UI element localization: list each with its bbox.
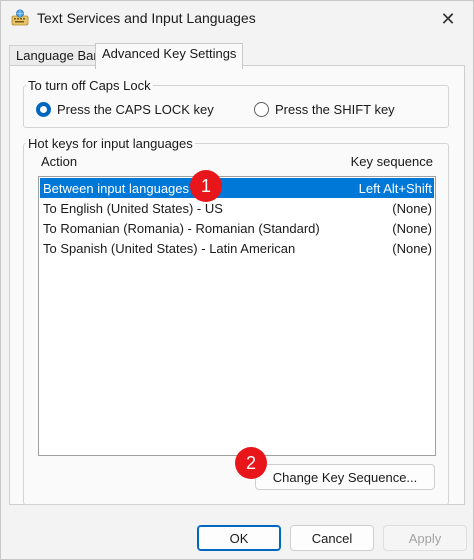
radio-shift-key[interactable]: Press the SHIFT key xyxy=(254,102,395,117)
row-action: To Romanian (Romania) - Romanian (Standa… xyxy=(43,220,320,236)
radio-caps-lock-key[interactable]: Press the CAPS LOCK key xyxy=(36,102,214,117)
list-item[interactable]: To English (United States) - US (None) xyxy=(40,198,434,218)
dialog-window: Text Services and Input Languages ✕ Lang… xyxy=(0,0,474,560)
keyboard-globe-icon xyxy=(11,9,29,26)
step-badge-1: 1 xyxy=(190,170,222,202)
caps-lock-legend: To turn off Caps Lock xyxy=(28,78,151,93)
tab-language-bar[interactable]: Language Bar xyxy=(9,45,105,67)
list-item[interactable]: Between input languages Left Alt+Shift xyxy=(40,178,434,198)
list-header: Action Key sequence xyxy=(33,154,437,174)
row-key: (None) xyxy=(392,200,432,216)
close-button[interactable]: ✕ xyxy=(433,4,463,34)
apply-button[interactable]: Apply xyxy=(383,525,467,551)
cancel-button[interactable]: Cancel xyxy=(290,525,374,551)
row-action: Between input languages xyxy=(43,180,190,196)
radio-unchecked-icon xyxy=(254,102,269,117)
radio-checked-icon xyxy=(36,102,51,117)
list-item[interactable]: To Romanian (Romania) - Romanian (Standa… xyxy=(40,218,434,238)
row-action: To Spanish (United States) - Latin Ameri… xyxy=(43,240,296,256)
close-icon: ✕ xyxy=(440,8,456,29)
change-key-sequence-button[interactable]: Change Key Sequence... xyxy=(255,464,435,490)
row-key: (None) xyxy=(392,240,432,256)
column-key-sequence: Key sequence xyxy=(350,154,433,169)
row-key: Left Alt+Shift xyxy=(358,180,432,196)
hotkeys-legend: Hot keys for input languages xyxy=(28,136,193,151)
column-action: Action xyxy=(41,154,78,169)
radio-label: Press the CAPS LOCK key xyxy=(57,102,214,117)
caps-lock-group: To turn off Caps Lock Press the CAPS LOC… xyxy=(23,78,449,128)
title-bar[interactable]: Text Services and Input Languages ✕ xyxy=(1,1,473,37)
ok-button[interactable]: OK xyxy=(197,525,281,551)
step-badge-2: 2 xyxy=(235,447,267,479)
list-item[interactable]: To Spanish (United States) - Latin Ameri… xyxy=(40,238,434,258)
dialog-footer: OK Cancel Apply xyxy=(1,511,473,559)
hotkeys-list[interactable]: Between input languages Left Alt+Shift T… xyxy=(38,176,436,456)
tab-advanced-key-settings[interactable]: Advanced Key Settings xyxy=(95,43,244,69)
window-title: Text Services and Input Languages xyxy=(37,10,256,26)
radio-label: Press the SHIFT key xyxy=(275,102,395,117)
row-action: To English (United States) - US xyxy=(43,200,223,216)
row-key: (None) xyxy=(392,220,432,236)
